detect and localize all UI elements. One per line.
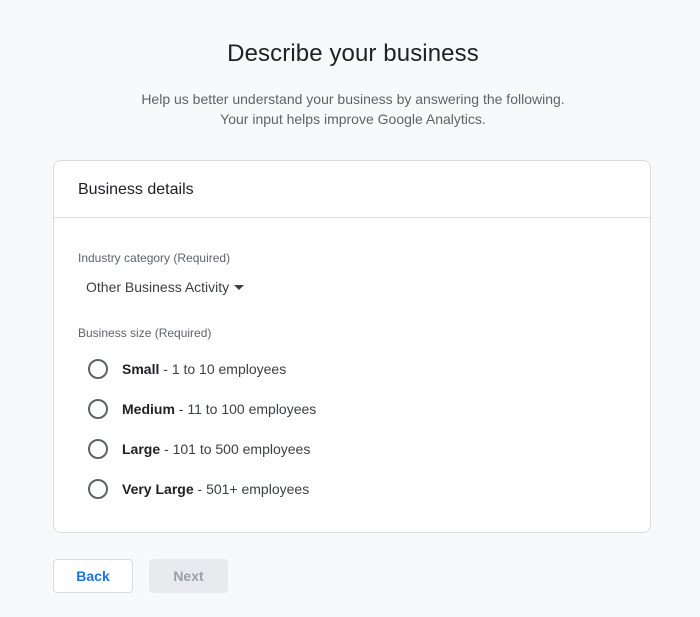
subtitle-line-1: Help us better understand your business … bbox=[141, 91, 565, 107]
radio-option-name: Large bbox=[122, 441, 161, 457]
back-button[interactable]: Back bbox=[53, 559, 133, 593]
industry-category-dropdown[interactable]: Other Business Activity bbox=[86, 279, 245, 295]
page-subtitle: Help us better understand your business … bbox=[0, 89, 700, 129]
radio-option-detail: 101 to 500 employees bbox=[172, 441, 311, 457]
business-details-card: Business details Industry category (Requ… bbox=[53, 160, 651, 533]
card-title: Business details bbox=[54, 161, 650, 218]
radio-option-detail: 501+ employees bbox=[206, 481, 310, 497]
radio-option-name: Small bbox=[122, 361, 160, 377]
radio-option-detail: 11 to 100 employees bbox=[187, 401, 317, 417]
radio-option-small[interactable]: Small - 1 to 10 employees bbox=[88, 359, 286, 379]
radio-button-icon[interactable] bbox=[88, 359, 108, 379]
industry-category-label: Industry category (Required) bbox=[78, 251, 231, 265]
radio-option-detail: 1 to 10 employees bbox=[171, 361, 287, 377]
industry-category-value: Other Business Activity bbox=[86, 279, 230, 295]
caret-down-icon bbox=[234, 285, 245, 290]
subtitle-line-2: Your input helps improve Google Analytic… bbox=[220, 111, 486, 127]
radio-button-icon[interactable] bbox=[88, 399, 108, 419]
radio-option-medium[interactable]: Medium - 11 to 100 employees bbox=[88, 399, 316, 419]
radio-option-large[interactable]: Large - 101 to 500 employees bbox=[88, 439, 310, 459]
radio-option-very-large[interactable]: Very Large - 501+ employees bbox=[88, 479, 309, 499]
business-size-label: Business size (Required) bbox=[78, 326, 212, 340]
page: Describe your business Help us better un… bbox=[0, 0, 700, 617]
page-title: Describe your business bbox=[227, 40, 479, 67]
next-button: Next bbox=[149, 559, 228, 593]
radio-button-icon[interactable] bbox=[88, 479, 108, 499]
radio-button-icon[interactable] bbox=[88, 439, 108, 459]
radio-option-name: Very Large bbox=[122, 481, 194, 497]
radio-option-name: Medium bbox=[122, 401, 175, 417]
